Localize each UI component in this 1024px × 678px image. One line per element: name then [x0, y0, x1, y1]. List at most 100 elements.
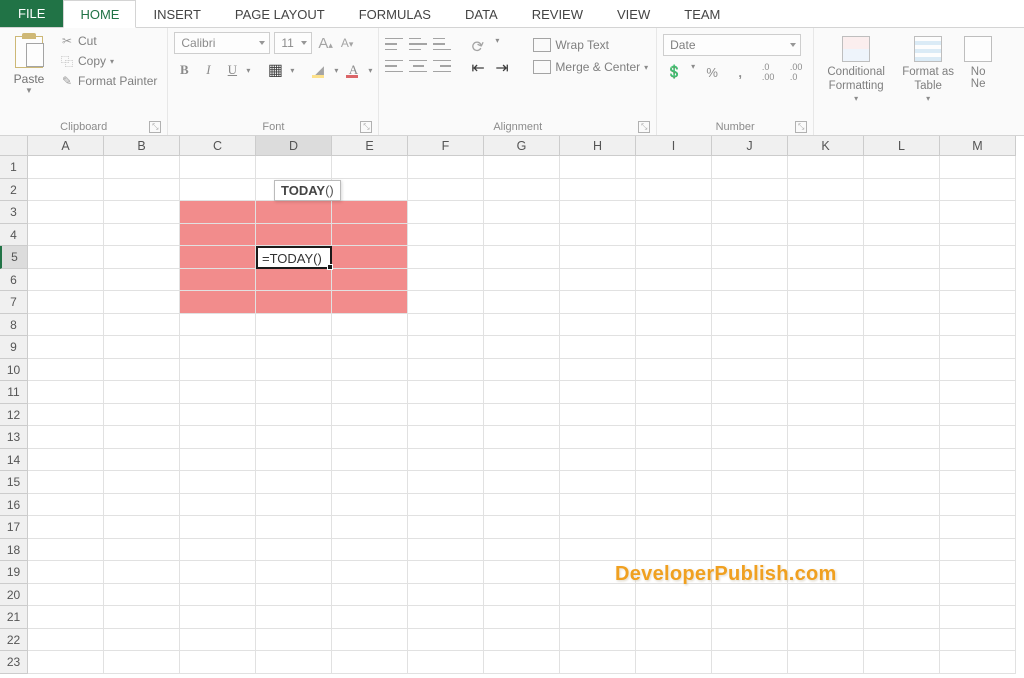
align-center-button[interactable]: [409, 58, 427, 74]
cell-L15[interactable]: [864, 471, 940, 494]
col-header-A[interactable]: A: [28, 136, 104, 156]
cell-B20[interactable]: [104, 584, 180, 607]
cell-G16[interactable]: [484, 494, 560, 517]
wrap-text-button[interactable]: Wrap Text: [531, 36, 650, 54]
row-header-16[interactable]: 16: [0, 494, 28, 517]
cell-J22[interactable]: [712, 629, 788, 652]
cell-I18[interactable]: [636, 539, 712, 562]
tab-view[interactable]: VIEW: [600, 0, 667, 27]
cell-C16[interactable]: [180, 494, 256, 517]
cell-C5[interactable]: [180, 246, 256, 269]
cell-F17[interactable]: [408, 516, 484, 539]
cell-A12[interactable]: [28, 404, 104, 427]
tab-page-layout[interactable]: PAGE LAYOUT: [218, 0, 342, 27]
cell-D8[interactable]: [256, 314, 332, 337]
cell-H2[interactable]: [560, 179, 636, 202]
cell-L14[interactable]: [864, 449, 940, 472]
row-header-22[interactable]: 22: [0, 629, 28, 652]
cell-G18[interactable]: [484, 539, 560, 562]
cell-B14[interactable]: [104, 449, 180, 472]
font-size-select[interactable]: 11: [274, 32, 312, 54]
cell-G20[interactable]: [484, 584, 560, 607]
cell-K20[interactable]: [788, 584, 864, 607]
col-header-B[interactable]: B: [104, 136, 180, 156]
cell-A23[interactable]: [28, 651, 104, 674]
cell-A15[interactable]: [28, 471, 104, 494]
cell-B10[interactable]: [104, 359, 180, 382]
cell-I2[interactable]: [636, 179, 712, 202]
cell-E9[interactable]: [332, 336, 408, 359]
cell-G6[interactable]: [484, 269, 560, 292]
col-header-E[interactable]: E: [332, 136, 408, 156]
cell-M20[interactable]: [940, 584, 1016, 607]
decrease-decimal-button[interactable]: .00.0: [785, 62, 807, 82]
cell-D10[interactable]: [256, 359, 332, 382]
cell-L10[interactable]: [864, 359, 940, 382]
cell-I17[interactable]: [636, 516, 712, 539]
tab-home[interactable]: HOME: [63, 0, 136, 28]
cell-F1[interactable]: [408, 156, 484, 179]
cell-A11[interactable]: [28, 381, 104, 404]
cell-E19[interactable]: [332, 561, 408, 584]
cell-M18[interactable]: [940, 539, 1016, 562]
cell-I7[interactable]: [636, 291, 712, 314]
cell-C17[interactable]: [180, 516, 256, 539]
currency-button[interactable]: 💲: [663, 62, 685, 82]
cell-I14[interactable]: [636, 449, 712, 472]
cell-I6[interactable]: [636, 269, 712, 292]
cell-F10[interactable]: [408, 359, 484, 382]
cell-K4[interactable]: [788, 224, 864, 247]
tab-team[interactable]: TEAM: [667, 0, 737, 27]
cell-K7[interactable]: [788, 291, 864, 314]
cell-F19[interactable]: [408, 561, 484, 584]
cell-H1[interactable]: [560, 156, 636, 179]
cell-L16[interactable]: [864, 494, 940, 517]
col-header-G[interactable]: G: [484, 136, 560, 156]
cell-D3[interactable]: [256, 201, 332, 224]
cell-F2[interactable]: [408, 179, 484, 202]
cell-H16[interactable]: [560, 494, 636, 517]
cell-K15[interactable]: [788, 471, 864, 494]
cell-I11[interactable]: [636, 381, 712, 404]
cell-E12[interactable]: [332, 404, 408, 427]
cell-L9[interactable]: [864, 336, 940, 359]
col-header-D[interactable]: D: [256, 136, 332, 156]
cell-C13[interactable]: [180, 426, 256, 449]
cell-H20[interactable]: [560, 584, 636, 607]
cell-M7[interactable]: [940, 291, 1016, 314]
chevron-down-icon[interactable]: ▾: [495, 36, 499, 52]
cell-A13[interactable]: [28, 426, 104, 449]
cell-M5[interactable]: [940, 246, 1016, 269]
cell-D2[interactable]: [256, 179, 332, 202]
cell-H22[interactable]: [560, 629, 636, 652]
cell-J6[interactable]: [712, 269, 788, 292]
cell-A6[interactable]: [28, 269, 104, 292]
cell-J2[interactable]: [712, 179, 788, 202]
cell-I22[interactable]: [636, 629, 712, 652]
cell-E13[interactable]: [332, 426, 408, 449]
cell-H11[interactable]: [560, 381, 636, 404]
cell-C6[interactable]: [180, 269, 256, 292]
cell-J15[interactable]: [712, 471, 788, 494]
cell-A1[interactable]: [28, 156, 104, 179]
cell-F8[interactable]: [408, 314, 484, 337]
cell-E5[interactable]: [332, 246, 408, 269]
cell-B13[interactable]: [104, 426, 180, 449]
cell-C1[interactable]: [180, 156, 256, 179]
cell-F7[interactable]: [408, 291, 484, 314]
cell-F13[interactable]: [408, 426, 484, 449]
cell-B2[interactable]: [104, 179, 180, 202]
cell-A7[interactable]: [28, 291, 104, 314]
row-header-17[interactable]: 17: [0, 516, 28, 539]
cell-J21[interactable]: [712, 606, 788, 629]
cell-K16[interactable]: [788, 494, 864, 517]
cell-I10[interactable]: [636, 359, 712, 382]
copy-button[interactable]: ⿻Copy▾: [56, 52, 161, 70]
row-header-5[interactable]: 5: [0, 246, 28, 269]
cell-D20[interactable]: [256, 584, 332, 607]
cell-D19[interactable]: [256, 561, 332, 584]
col-header-L[interactable]: L: [864, 136, 940, 156]
col-header-K[interactable]: K: [788, 136, 864, 156]
cell-B18[interactable]: [104, 539, 180, 562]
row-header-6[interactable]: 6: [0, 269, 28, 292]
